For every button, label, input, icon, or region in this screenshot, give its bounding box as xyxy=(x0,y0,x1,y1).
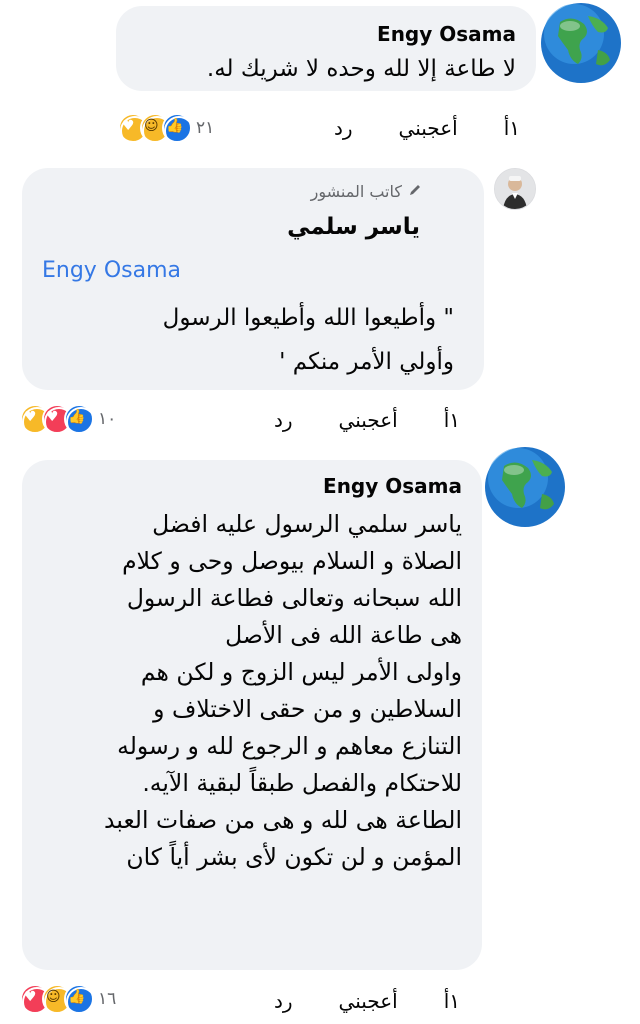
like-button[interactable]: أعجبني xyxy=(339,408,398,432)
pencil-icon xyxy=(408,182,422,201)
comment-timestamp[interactable]: ١أ xyxy=(504,116,520,140)
comment-actions: ١أ أعجبني رد xyxy=(288,113,520,143)
like-icon: 👍 xyxy=(162,113,194,146)
comment-text: " وأطيعوا الله وأطيعوا الرسول وأولي الأم… xyxy=(162,305,454,375)
comment-author[interactable]: Engy Osama xyxy=(377,22,516,46)
comment-timestamp[interactable]: ١أ xyxy=(444,408,460,432)
comment-actions: ١أ أعجبني رد xyxy=(228,405,460,435)
globe-icon xyxy=(541,3,621,83)
comment-text: لا طاعة إلا لله وحده لا شريك له. xyxy=(206,56,516,82)
reply-button[interactable]: رد xyxy=(274,989,293,1013)
comment-bubble: Engy Osama ياسر سلمي الرسول عليه افضل ال… xyxy=(22,460,482,970)
avatar[interactable] xyxy=(540,2,622,84)
comment-text: ياسر سلمي الرسول عليه افضل الصلاة و السل… xyxy=(104,510,462,871)
reaction-count: ١٠ xyxy=(98,409,117,429)
comment-author[interactable]: ياسر سلمي xyxy=(287,214,420,240)
comment-author[interactable]: Engy Osama xyxy=(323,474,462,498)
reaction-count: ٢١ xyxy=(196,118,215,138)
reply-button[interactable]: رد xyxy=(274,408,293,432)
reaction-summary[interactable]: ♥ ☺ 👍 ٢١ xyxy=(118,113,215,146)
avatar[interactable] xyxy=(494,168,536,210)
comment-bubble: Engy Osama لا طاعة إلا لله وحده لا شريك … xyxy=(116,6,536,91)
like-icon: 👍 xyxy=(64,984,96,1017)
like-icon: 👍 xyxy=(64,404,96,437)
reply-button[interactable]: رد xyxy=(334,116,353,140)
reaction-summary[interactable]: ♥ ☺ 👍 ١٦ xyxy=(20,984,117,1017)
reaction-summary[interactable]: ♥ ♥ 👍 ١٠ xyxy=(20,404,117,437)
post-author-badge: كاتب المنشور xyxy=(311,182,422,201)
comment-timestamp[interactable]: ١أ xyxy=(444,989,460,1013)
comment-bubble: كاتب المنشور ياسر سلمي Engy Osama " وأطي… xyxy=(22,168,484,390)
avatar[interactable] xyxy=(484,446,566,528)
mention-link[interactable]: Engy Osama xyxy=(42,258,181,283)
profile-photo-icon xyxy=(495,169,535,209)
globe-icon xyxy=(485,447,565,527)
like-button[interactable]: أعجبني xyxy=(399,116,458,140)
comment-actions: ١أ أعجبني رد xyxy=(228,986,460,1016)
reaction-count: ١٦ xyxy=(98,989,117,1009)
badge-label: كاتب المنشور xyxy=(310,182,402,201)
like-button[interactable]: أعجبني xyxy=(339,989,398,1013)
